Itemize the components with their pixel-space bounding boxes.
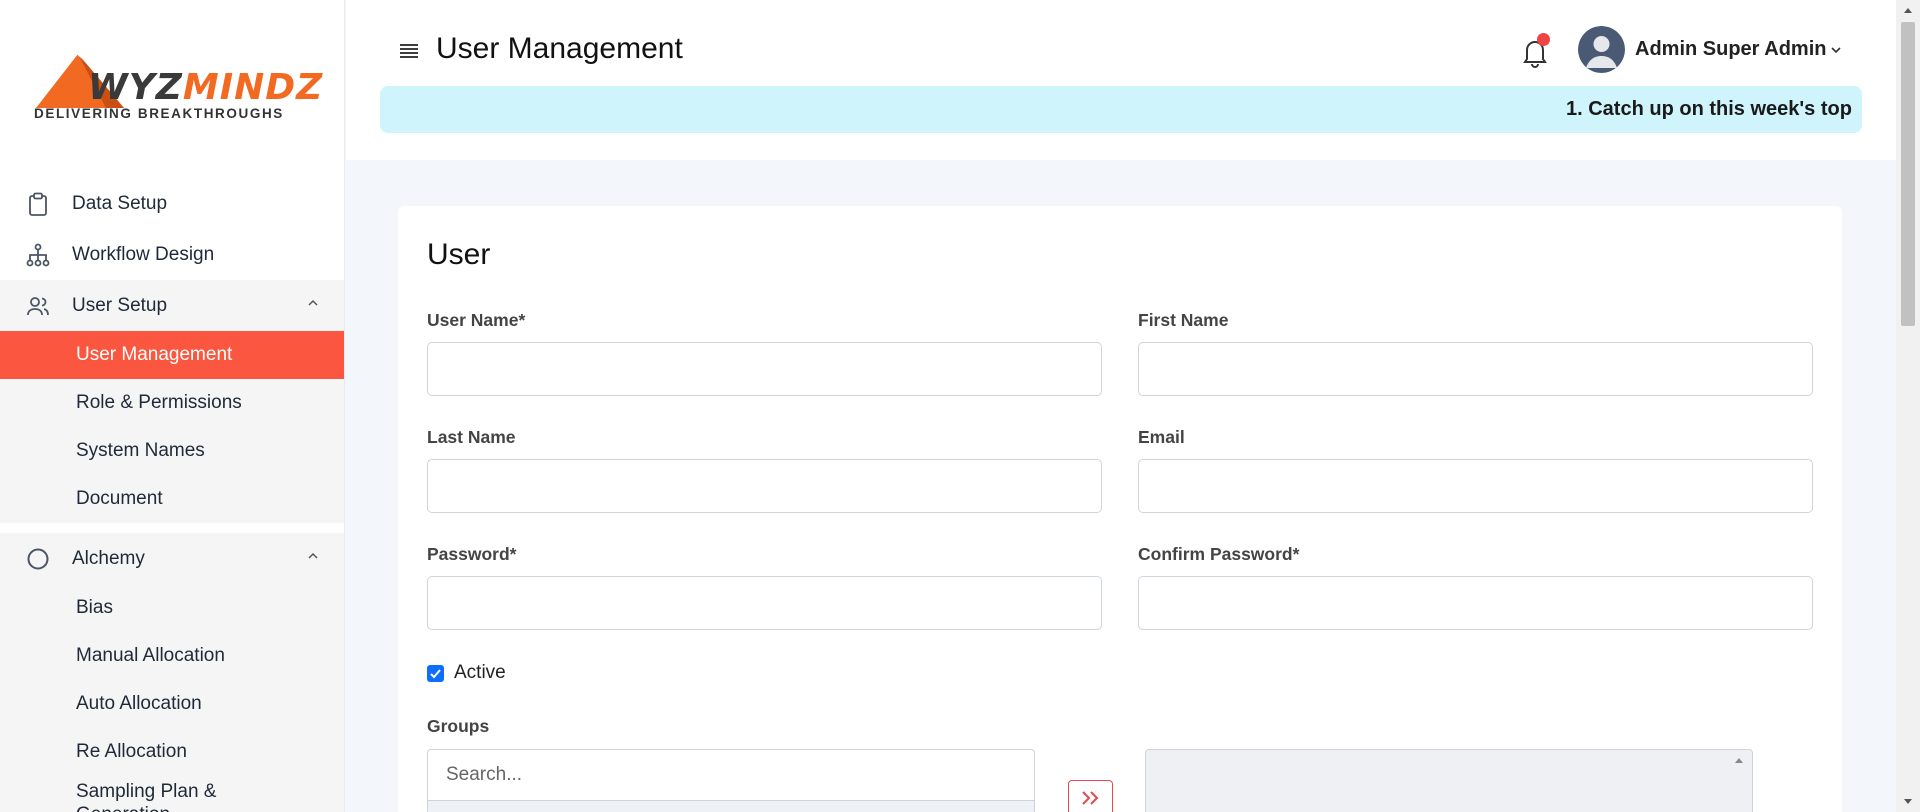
sidebar-item-re-allocation[interactable]: Re Allocation bbox=[0, 728, 344, 776]
sidebar-item-label: Sampling Plan & Generation bbox=[76, 781, 217, 812]
sidebar-item-label: Alchemy bbox=[72, 547, 145, 569]
sidebar-item-auto-allocation[interactable]: Auto Allocation bbox=[0, 680, 344, 728]
announcement-ticker: 1. Catch up on this week's top bbox=[380, 86, 1862, 133]
active-checkbox[interactable] bbox=[427, 664, 444, 682]
sidebar-item-sampling-plan[interactable]: Sampling Plan & Generation bbox=[0, 776, 344, 812]
active-label: Active bbox=[454, 662, 506, 683]
scrollbar-thumb[interactable] bbox=[1901, 22, 1915, 326]
sidebar-item-workflow-design[interactable]: Workflow Design bbox=[0, 229, 344, 280]
nav-spacer bbox=[0, 523, 344, 533]
user-name-field[interactable] bbox=[427, 342, 1102, 396]
sidebar-nav: Data Setup Workflow Design User Setup Us… bbox=[0, 178, 344, 812]
available-groups-list[interactable] bbox=[427, 801, 1035, 812]
logo-wordmark: WYZMINDZ bbox=[88, 67, 324, 108]
notification-dot bbox=[1537, 33, 1550, 46]
chevron-up-icon bbox=[308, 299, 318, 306]
sidebar-item-label: Data Setup bbox=[72, 192, 168, 214]
move-right-button[interactable] bbox=[1068, 780, 1113, 812]
user-name[interactable]: Admin Super Admin bbox=[1635, 38, 1826, 61]
clipboard-icon bbox=[26, 192, 50, 216]
scroll-up-arrow-icon[interactable] bbox=[1903, 6, 1913, 14]
confirm-password-label: Confirm Password* bbox=[1138, 544, 1300, 564]
sidebar-item-document[interactable]: Document bbox=[0, 475, 344, 523]
page-scrollbar[interactable] bbox=[1896, 0, 1920, 812]
circle-icon bbox=[26, 547, 50, 571]
password-label: Password* bbox=[427, 544, 517, 564]
sidebar-item-alchemy[interactable]: Alchemy bbox=[0, 533, 344, 584]
groups-search-input[interactable] bbox=[427, 749, 1035, 801]
sidebar-item-data-setup[interactable]: Data Setup bbox=[0, 178, 344, 229]
logo: WYZMINDZ DELIVERING BREAKTHROUGHS bbox=[32, 50, 322, 125]
confirm-password-field[interactable] bbox=[1138, 576, 1813, 630]
sidebar-item-user-management[interactable]: User Management bbox=[0, 331, 344, 379]
hamburger-menu-icon[interactable] bbox=[398, 40, 420, 62]
logo-tagline: DELIVERING BREAKTHROUGHS bbox=[34, 106, 284, 121]
sidebar-item-user-setup[interactable]: User Setup bbox=[0, 280, 344, 331]
email-field[interactable] bbox=[1138, 459, 1813, 513]
sidebar-item-label: Workflow Design bbox=[72, 243, 215, 265]
sidebar-item-bias[interactable]: Bias bbox=[0, 584, 344, 632]
chevron-down-icon[interactable] bbox=[1830, 44, 1842, 56]
sidebar-group-user-setup: User Setup User Management Role & Permis… bbox=[0, 280, 344, 523]
check-icon bbox=[430, 668, 441, 678]
top-header: User Management Admin Super Admin 1. Cat… bbox=[346, 0, 1896, 160]
email-label: Email bbox=[1138, 427, 1185, 447]
last-name-field[interactable] bbox=[427, 459, 1102, 513]
scroll-up-arrow-icon[interactable] bbox=[1734, 756, 1744, 764]
sidebar-group-alchemy: Alchemy Bias Manual Allocation Auto Allo… bbox=[0, 533, 344, 812]
scroll-down-arrow-icon[interactable] bbox=[1903, 798, 1913, 806]
groups-label: Groups bbox=[427, 716, 490, 736]
first-name-label: First Name bbox=[1138, 310, 1229, 330]
active-checkbox-row[interactable]: Active bbox=[427, 662, 506, 684]
first-name-field[interactable] bbox=[1138, 342, 1813, 396]
avatar[interactable] bbox=[1578, 26, 1625, 73]
password-field[interactable] bbox=[427, 576, 1102, 630]
user-form-card: User User Name* First Name Last Name Ema… bbox=[398, 206, 1842, 812]
sidebar-item-role-permissions[interactable]: Role & Permissions bbox=[0, 379, 344, 427]
double-chevron-right-icon bbox=[1081, 791, 1098, 805]
selected-groups-list[interactable] bbox=[1145, 749, 1753, 812]
page-title: User Management bbox=[436, 32, 683, 65]
sidebar: WYZMINDZ DELIVERING BREAKTHROUGHS Data S… bbox=[0, 0, 345, 812]
sidebar-item-label: User Setup bbox=[72, 294, 168, 316]
sidebar-item-system-names[interactable]: System Names bbox=[0, 427, 344, 475]
last-name-label: Last Name bbox=[427, 427, 516, 447]
notification-button[interactable] bbox=[1518, 33, 1552, 69]
form-title: User bbox=[427, 238, 491, 271]
user-avatar-icon bbox=[1578, 26, 1625, 73]
workflow-tree-icon bbox=[26, 243, 50, 267]
chevron-up-icon bbox=[308, 552, 318, 559]
user-name-label: User Name* bbox=[427, 310, 526, 330]
users-icon bbox=[26, 294, 50, 318]
ticker-text: 1. Catch up on this week's top bbox=[1566, 98, 1852, 120]
sidebar-item-manual-allocation[interactable]: Manual Allocation bbox=[0, 632, 344, 680]
